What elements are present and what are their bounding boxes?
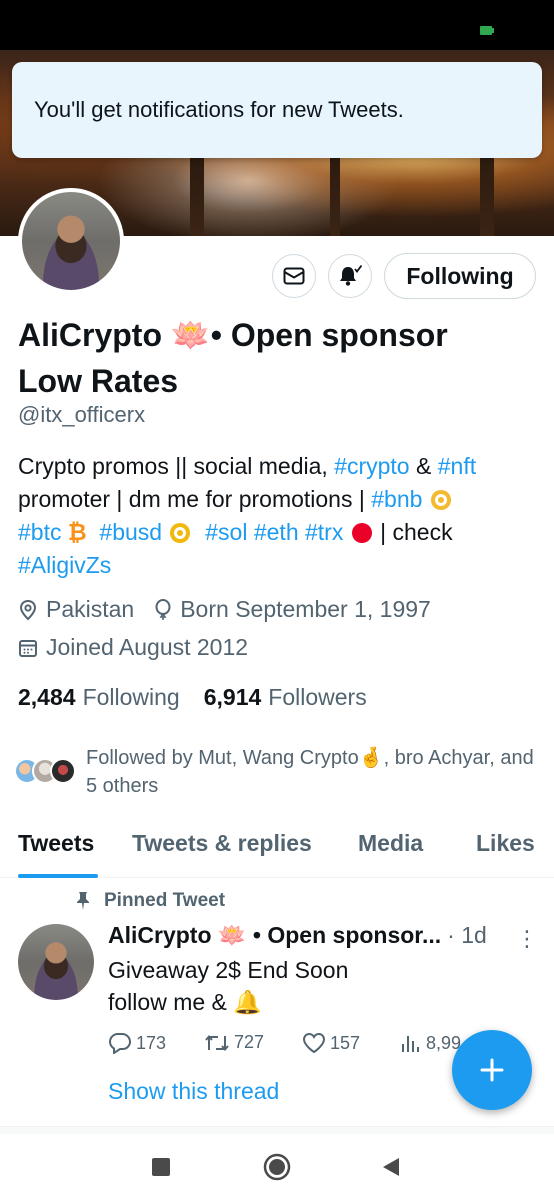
tweet-text-line: follow me & 🔔	[108, 989, 262, 1015]
bio-text: | check	[380, 519, 453, 545]
joined-row: Joined August 2012	[18, 634, 248, 661]
location: Pakistan	[18, 596, 134, 623]
hashtag-crypto[interactable]: #crypto	[334, 453, 409, 479]
reply-count: 173	[136, 1032, 167, 1053]
birthday: Born September 1, 1997	[154, 596, 431, 623]
hashtag-eth[interactable]: #eth	[254, 519, 299, 545]
retweet-button[interactable]: 727	[204, 1032, 264, 1053]
location-pin-icon	[19, 599, 37, 620]
toast-message: You'll get notifications for new Tweets.	[34, 97, 404, 122]
tab-tweets-replies[interactable]: Tweets & replies	[132, 830, 312, 857]
views-icon	[402, 1036, 419, 1052]
battery-icon	[480, 26, 494, 35]
tweet-text-line: Giveaway 2$ End Soon	[108, 957, 349, 983]
section-divider	[0, 1126, 554, 1134]
busd-coin-icon	[170, 523, 191, 543]
reply-icon	[108, 1033, 132, 1054]
tweet-author-name[interactable]: AliCrypto 🪷 • Open sponsor...	[108, 922, 441, 949]
nav-back-icon[interactable]	[381, 1156, 401, 1178]
active-tab-indicator	[18, 874, 98, 878]
location-text: Pakistan	[46, 596, 135, 622]
tab-media[interactable]: Media	[358, 830, 423, 857]
tweet-body[interactable]: Giveaway 2$ End Soon follow me & 🔔	[108, 954, 528, 1018]
retweet-icon	[205, 1034, 229, 1051]
birthday-text: Born September 1, 1997	[180, 596, 431, 622]
tweet-author-avatar[interactable]	[18, 924, 94, 1000]
pinned-text: Pinned Tweet	[104, 890, 226, 911]
following-button[interactable]: Following	[384, 253, 536, 299]
following-label[interactable]: Following	[83, 684, 180, 711]
bnb-coin-icon	[430, 490, 451, 510]
reply-button[interactable]: 173	[108, 1032, 166, 1054]
tab-likes[interactable]: Likes	[476, 830, 535, 857]
calendar-icon	[19, 639, 37, 657]
bell-check-icon	[340, 264, 363, 286]
compose-tweet-button[interactable]	[452, 1030, 532, 1110]
followers-label[interactable]: Followers	[268, 684, 366, 711]
message-button[interactable]	[272, 254, 316, 298]
followed-by-text: Followed by Mut, Wang Crypto🤞, bro Achya…	[86, 747, 534, 797]
profile-meta-row: Pakistan Born September 1, 1997	[18, 596, 451, 623]
profile-display-name: AliCrypto 🪷• Open sponsor Low Rates	[18, 312, 538, 404]
follow-counts: 2,484 Following 6,914 Followers	[18, 684, 391, 711]
hashtag-btc[interactable]: #btc	[18, 519, 61, 545]
joined-text: Joined August 2012	[46, 634, 249, 660]
bio-text: promoter | dm me for promotions |	[18, 486, 372, 512]
hashtag-aligivzs[interactable]: #AligivZs	[18, 552, 111, 578]
retweet-count: 727	[234, 1032, 265, 1052]
bio-text: &	[409, 453, 438, 479]
android-nav-bar	[0, 1134, 554, 1200]
name-line-2: Low Rates	[18, 363, 179, 399]
profile-tabs: Tweets Tweets & replies Media Likes	[0, 826, 554, 878]
like-icon	[302, 1032, 326, 1054]
follower-avatar	[50, 758, 76, 784]
lotus-emoji: 🪷	[170, 317, 211, 353]
like-button[interactable]: 157	[302, 1032, 360, 1054]
tab-tweets[interactable]: Tweets	[18, 830, 94, 857]
name-text: AliCrypto	[18, 317, 171, 353]
bitcoin-icon: ₿	[67, 519, 87, 545]
show-thread-link[interactable]: Show this thread	[108, 1078, 279, 1105]
envelope-icon	[283, 267, 305, 285]
balloon-icon	[155, 598, 171, 620]
name-text-2: • Open sponsor	[210, 317, 448, 353]
hashtag-bnb[interactable]: #bnb	[371, 486, 422, 512]
status-bar	[0, 0, 554, 50]
profile-handle: @itx_officerx	[18, 402, 146, 427]
pin-icon	[77, 892, 89, 910]
hashtag-trx[interactable]: #trx	[305, 519, 343, 545]
like-count: 157	[330, 1032, 361, 1053]
profile-avatar[interactable]	[18, 188, 124, 294]
hashtag-sol[interactable]: #sol	[205, 519, 247, 545]
profile-bio: Crypto promos || social media, #crypto &…	[18, 450, 538, 582]
tron-coin-icon	[351, 523, 372, 543]
compose-plus-icon	[480, 1058, 504, 1082]
bio-text: Crypto promos || social media,	[18, 453, 335, 479]
following-count[interactable]: 2,484	[18, 684, 76, 711]
nav-home-icon[interactable]	[263, 1153, 291, 1181]
more-options-icon[interactable]: ⋮	[516, 926, 538, 952]
notification-toast: You'll get notifications for new Tweets.	[12, 62, 542, 158]
hashtag-nft[interactable]: #nft	[438, 453, 476, 479]
pinned-tweet-label: Pinned Tweet	[76, 890, 225, 912]
tweet-timestamp[interactable]: · 1d	[447, 922, 487, 949]
hashtag-busd[interactable]: #busd	[99, 519, 162, 545]
views-button[interactable]: 8,99	[400, 1032, 461, 1054]
tweet-header: AliCrypto 🪷 • Open sponsor... · 1d	[108, 922, 538, 949]
nav-recents-icon[interactable]	[152, 1158, 170, 1176]
followers-count[interactable]: 6,914	[204, 684, 262, 711]
notifications-button[interactable]	[328, 254, 372, 298]
